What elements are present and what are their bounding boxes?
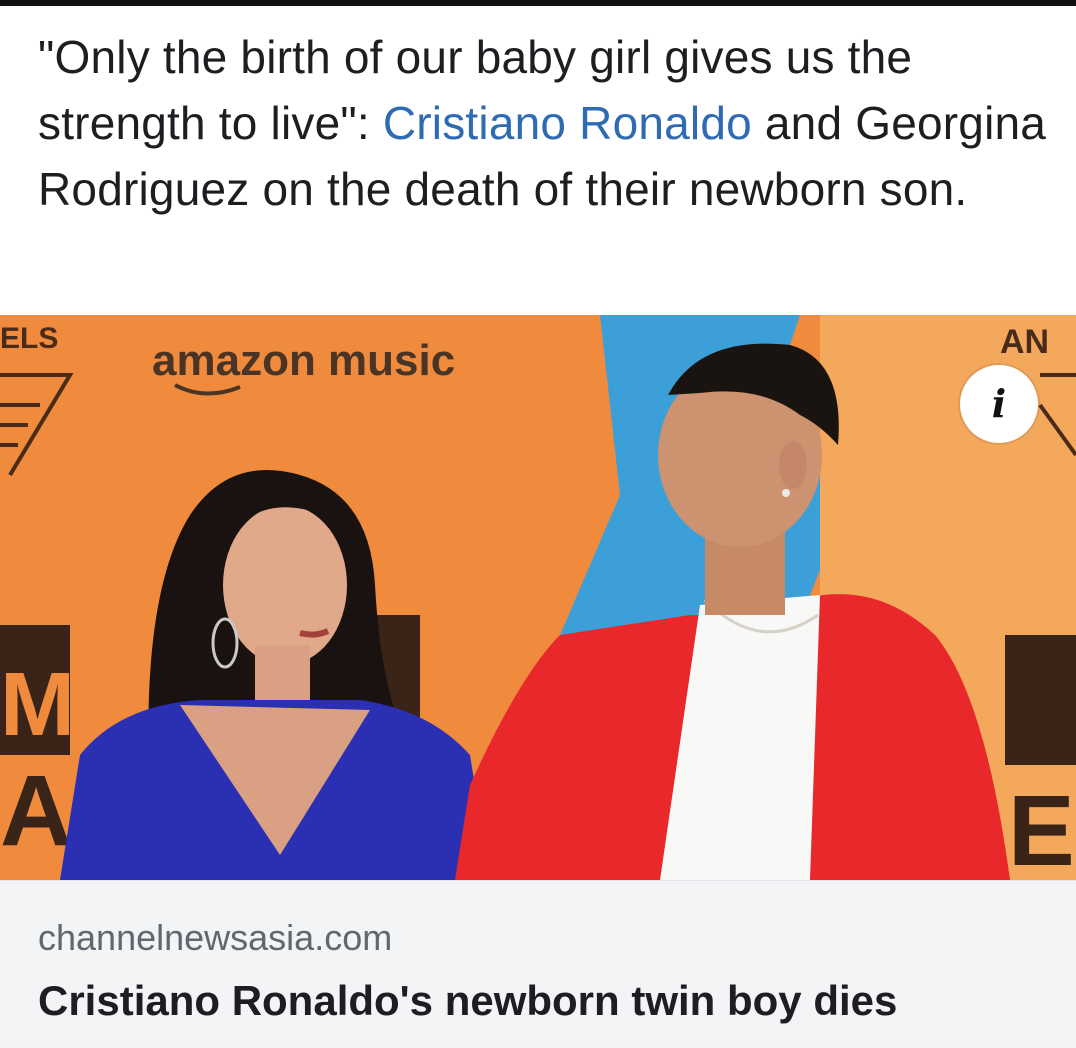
amazon-music-logo: amazon music xyxy=(152,336,455,385)
backdrop-text-left-top: ELS xyxy=(0,322,58,355)
photo-illustration: ELS M A AN E amazon music xyxy=(0,315,1076,880)
post-text: "Only the birth of our baby girl gives u… xyxy=(38,24,1048,222)
link-domain: channelnewsasia.com xyxy=(38,917,393,958)
backdrop-text-right-top: AN xyxy=(1000,323,1049,361)
info-icon: i xyxy=(991,381,1007,426)
article-photo[interactable]: ELS M A AN E amazon music i xyxy=(0,315,1076,880)
link-preview-footer[interactable]: channelnewsasia.com Cristiano Ronaldo's … xyxy=(0,880,1076,1048)
top-divider xyxy=(0,0,1076,6)
mention-link[interactable]: Cristiano Ronaldo xyxy=(383,97,752,149)
info-button[interactable]: i xyxy=(960,365,1038,443)
backdrop-block-right xyxy=(1005,635,1076,765)
backdrop-text-left-mid: M xyxy=(0,655,75,755)
backdrop-text-right-bottom: E xyxy=(1008,775,1075,880)
backdrop-text-left-bottom: A xyxy=(0,755,72,867)
link-preview-card[interactable]: ELS M A AN E amazon music i channelnewsa… xyxy=(0,315,1076,1048)
link-headline[interactable]: Cristiano Ronaldo's newborn twin boy die… xyxy=(38,977,897,1025)
